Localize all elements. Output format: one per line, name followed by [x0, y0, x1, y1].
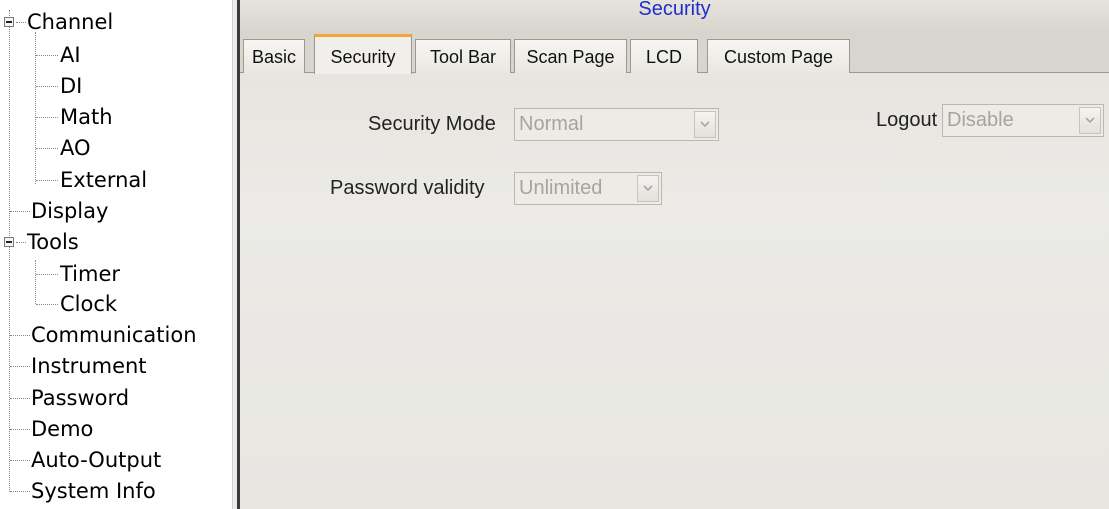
tree-item-communication[interactable]: Communication — [31, 320, 197, 350]
tab-bar: Basic Security Tool Bar Scan Page LCD Cu… — [240, 30, 1109, 74]
security-mode-select[interactable]: Normal — [514, 108, 719, 141]
tree-item-auto-output[interactable]: Auto-Output — [31, 445, 161, 475]
tab-tool-bar[interactable]: Tool Bar — [415, 39, 511, 73]
tree-item-external[interactable]: External — [60, 165, 147, 195]
tree-connector — [35, 260, 36, 304]
page-header: Security — [240, 0, 1109, 30]
tree-item-instrument[interactable]: Instrument — [31, 351, 147, 381]
tree-connector — [10, 366, 30, 367]
chevron-down-icon[interactable] — [694, 111, 716, 138]
page-title: Security — [638, 0, 711, 20]
password-validity-select[interactable]: Unlimited — [514, 172, 662, 205]
tree-item-password[interactable]: Password — [31, 383, 129, 413]
tree-item-timer[interactable]: Timer — [60, 259, 120, 289]
tree-item-system-info[interactable]: System Info — [31, 476, 156, 506]
settings-tree: Channel AI DI Math AO External Display T… — [0, 0, 232, 509]
chevron-down-icon[interactable] — [637, 175, 659, 202]
tree-connector — [10, 335, 30, 336]
password-validity-label: Password validity — [330, 177, 485, 199]
tree-connector — [36, 86, 58, 87]
tree-item-clock[interactable]: Clock — [60, 289, 117, 319]
tree-connector — [36, 117, 58, 118]
tree-connector — [9, 10, 10, 492]
tree-connector — [36, 304, 58, 305]
logout-label: Logout — [876, 109, 938, 131]
tab-lcd[interactable]: LCD — [630, 39, 698, 73]
tree-connector — [16, 22, 26, 23]
security-mode-value: Normal — [519, 113, 584, 135]
tree-connector — [10, 491, 30, 492]
tree-item-ao[interactable]: AO — [60, 133, 91, 163]
tree-item-demo[interactable]: Demo — [31, 414, 93, 444]
tree-connector — [10, 398, 30, 399]
channel-collapse-icon[interactable] — [4, 17, 14, 27]
tree-connector — [36, 55, 58, 56]
tree-connector — [10, 211, 30, 212]
security-mode-label: Security Mode — [368, 113, 496, 135]
tree-item-ai[interactable]: AI — [60, 40, 81, 70]
tree-connector — [36, 274, 58, 275]
tree-connector — [10, 460, 30, 461]
logout-select[interactable]: Disable — [942, 104, 1104, 137]
password-validity-value: Unlimited — [519, 177, 603, 199]
logout-value: Disable — [947, 109, 1014, 131]
tools-collapse-icon[interactable] — [4, 237, 14, 247]
settings-pane: Security Basic Security Tool Bar Scan Pa… — [240, 0, 1109, 509]
tab-custom-page[interactable]: Custom Page — [707, 39, 850, 73]
tree-connector — [16, 242, 26, 243]
tab-basic[interactable]: Basic — [243, 39, 305, 73]
pane-splitter[interactable] — [232, 0, 240, 509]
tree-item-di[interactable]: DI — [60, 71, 82, 101]
chevron-down-icon[interactable] — [1079, 107, 1101, 134]
tab-security[interactable]: Security — [314, 34, 412, 74]
tree-connector — [10, 429, 30, 430]
tab-scan-page[interactable]: Scan Page — [514, 39, 627, 73]
tree-connector — [36, 180, 58, 181]
tree-connector — [36, 148, 58, 149]
tree-item-channel[interactable]: Channel — [27, 7, 113, 37]
tree-item-math[interactable]: Math — [60, 102, 113, 132]
tree-item-tools[interactable]: Tools — [27, 227, 79, 257]
tree-item-display[interactable]: Display — [31, 196, 108, 226]
